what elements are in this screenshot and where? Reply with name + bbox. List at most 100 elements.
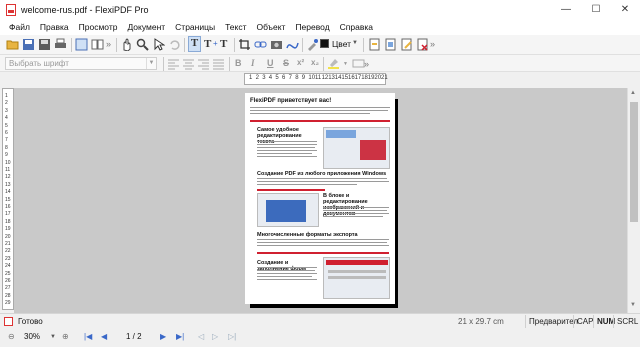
align-center-icon[interactable] bbox=[182, 57, 195, 70]
section-title-create-pdf: Создание PDF из любого приложения Window… bbox=[257, 171, 387, 177]
navigation-bar: ⊖ 30% ▼ ⊕ |◀ ◀ 1 / 2 ▶ ▶| ◁ ▷ ▷| bbox=[0, 328, 640, 347]
align-left-icon[interactable] bbox=[167, 57, 180, 70]
ruler-tick-label: 16 bbox=[5, 204, 11, 210]
page-delete-icon[interactable] bbox=[416, 38, 429, 51]
italic-button[interactable]: I bbox=[251, 58, 255, 68]
vertical-ruler: 1 2 3 4 5 6 7 8 9 10 11 12 13 14 15 16 17 18 19 20 21 22 23 24 2… bbox=[2, 88, 14, 310]
open-folder-icon[interactable] bbox=[6, 38, 19, 51]
single-page-view-icon[interactable] bbox=[75, 38, 88, 51]
menu-document[interactable]: Документ bbox=[122, 22, 170, 32]
ruler-tick-label: 22 bbox=[5, 248, 11, 255]
preview-indicator: Предварител bbox=[525, 315, 578, 328]
superscript-button[interactable]: x² bbox=[297, 58, 304, 67]
text-box-icon[interactable]: T bbox=[204, 38, 211, 50]
section-title-export: Многочисленные форматы экспорта bbox=[257, 232, 358, 238]
page-insert-icon[interactable] bbox=[384, 38, 397, 51]
ruler-tick-label: 13 bbox=[5, 181, 11, 188]
save-icon[interactable] bbox=[22, 38, 35, 51]
bold-button[interactable]: B bbox=[235, 58, 242, 68]
camera-icon[interactable] bbox=[270, 38, 283, 51]
menu-view[interactable]: Просмотр bbox=[74, 22, 123, 32]
previous-page-icon[interactable]: ◀ bbox=[101, 332, 107, 341]
scroll-up-icon[interactable]: ▲ bbox=[630, 90, 636, 96]
strikethrough-button[interactable]: S bbox=[283, 58, 289, 68]
window-title: welcome-rus.pdf - FlexiPDF Pro bbox=[21, 4, 149, 15]
color-label[interactable]: Цвет bbox=[332, 39, 351, 49]
menu-file[interactable]: Файл bbox=[4, 22, 35, 32]
text-box-add-icon: + bbox=[213, 39, 218, 48]
skier-image bbox=[257, 193, 319, 227]
undo-icon[interactable] bbox=[168, 38, 181, 51]
font-select[interactable]: Выбрать шрифт ▼ bbox=[5, 57, 157, 70]
ruler-tick-label: 4 bbox=[5, 115, 8, 122]
separator bbox=[229, 57, 230, 71]
menu-object[interactable]: Объект bbox=[251, 22, 290, 32]
separator bbox=[234, 38, 235, 52]
ruler-tick-label: 8 bbox=[295, 75, 299, 81]
highlight-icon[interactable] bbox=[327, 57, 340, 70]
back-icon[interactable]: ◁ bbox=[198, 332, 204, 341]
link-icon[interactable] bbox=[254, 38, 267, 51]
zoom-in-icon[interactable]: ⊕ bbox=[62, 332, 69, 341]
two-page-view-icon[interactable] bbox=[91, 38, 104, 51]
ruler-tick-label: 8 bbox=[5, 144, 8, 151]
zoom-level[interactable]: 30% bbox=[24, 332, 40, 341]
scrollbar-thumb[interactable] bbox=[630, 102, 638, 222]
page-extract-icon[interactable] bbox=[368, 38, 381, 51]
maximize-button[interactable]: ☐ bbox=[581, 0, 611, 19]
zoom-out-icon[interactable]: ⊖ bbox=[8, 332, 15, 341]
pdf-page[interactable]: FlexiPDF приветствует вас! Самое удобное… bbox=[245, 93, 395, 304]
page-edit-icon[interactable] bbox=[400, 38, 413, 51]
text-tool-icon[interactable]: T bbox=[188, 36, 201, 52]
toolbar-overflow-1[interactable]: » bbox=[106, 39, 111, 49]
align-right-icon[interactable] bbox=[197, 57, 210, 70]
last-view-icon[interactable]: ▷| bbox=[228, 332, 236, 341]
ruler-tick-label: 9 bbox=[301, 75, 306, 81]
ruler-tick-label: 18 bbox=[5, 218, 11, 225]
ruler-tick-label: 6 bbox=[282, 75, 286, 81]
save-all-icon[interactable] bbox=[38, 38, 51, 51]
next-page-icon[interactable]: ▶ bbox=[160, 332, 166, 341]
menu-help[interactable]: Справка bbox=[335, 22, 378, 32]
curve-tool-icon[interactable] bbox=[286, 38, 299, 51]
scroll-down-icon[interactable]: ▼ bbox=[630, 302, 636, 308]
select-tool-icon[interactable] bbox=[152, 38, 165, 51]
first-page-icon[interactable]: |◀ bbox=[84, 332, 92, 341]
eyedropper-icon[interactable] bbox=[306, 38, 319, 51]
last-page-icon[interactable]: ▶| bbox=[176, 332, 184, 341]
zoom-dropdown-icon[interactable]: ▼ bbox=[50, 334, 56, 340]
chevron-down-icon: ▼ bbox=[146, 58, 156, 69]
ruler-tick-label: 19 bbox=[5, 226, 11, 233]
close-button[interactable]: ✕ bbox=[610, 0, 640, 19]
color-dropdown-icon[interactable]: ▼ bbox=[352, 40, 358, 46]
highlight-dropdown-icon[interactable]: ▼ bbox=[343, 61, 348, 67]
menu-edit[interactable]: Правка bbox=[35, 22, 74, 32]
page-indicator[interactable]: 1 / 2 bbox=[126, 332, 142, 341]
color-swatch[interactable] bbox=[320, 39, 329, 48]
subscript-button[interactable]: x₂ bbox=[311, 58, 319, 67]
underline-button[interactable]: U bbox=[267, 58, 274, 68]
forward-icon[interactable]: ▷ bbox=[212, 332, 218, 341]
toolbar-overflow-2[interactable]: » bbox=[430, 39, 435, 49]
align-justify-icon[interactable] bbox=[212, 57, 225, 70]
text-edit-icon[interactable]: T bbox=[220, 38, 227, 50]
ruler-tick-label: 21 bbox=[5, 241, 11, 247]
separator bbox=[116, 38, 117, 52]
title-bar: welcome-rus.pdf - FlexiPDF Pro — ☐ ✕ bbox=[0, 0, 640, 19]
screenshot-image bbox=[323, 127, 390, 169]
crop-icon[interactable] bbox=[238, 38, 251, 51]
page-heading: FlexiPDF приветствует вас! bbox=[250, 98, 332, 104]
separator bbox=[163, 57, 164, 71]
menu-translate[interactable]: Перевод bbox=[290, 22, 334, 32]
hand-tool-icon[interactable] bbox=[120, 38, 133, 51]
ruler-tick-label: 10 bbox=[5, 159, 11, 166]
ruler-tick-label: 2 bbox=[5, 100, 8, 107]
minimize-button[interactable]: — bbox=[551, 0, 581, 19]
menu-pages[interactable]: Страницы bbox=[170, 22, 220, 32]
print-icon[interactable] bbox=[54, 38, 67, 51]
format-toolbar-overflow[interactable]: » bbox=[364, 59, 369, 69]
vertical-scrollbar[interactable]: ▲ ▼ bbox=[627, 88, 639, 313]
zoom-tool-icon[interactable] bbox=[136, 38, 149, 51]
menu-text[interactable]: Текст bbox=[220, 22, 251, 32]
ruler-tick-label: 27 bbox=[5, 285, 11, 292]
